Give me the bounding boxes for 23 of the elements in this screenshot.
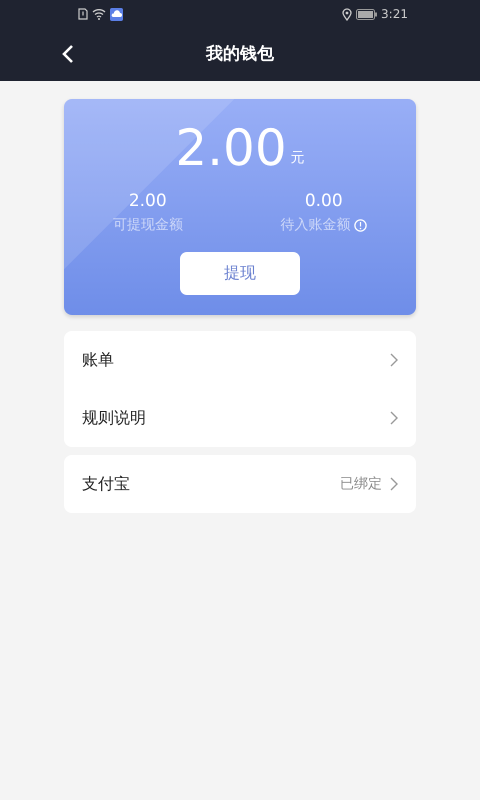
battery-icon	[356, 8, 378, 20]
sim-icon	[78, 8, 88, 20]
info-icon	[354, 218, 368, 232]
wifi-icon	[92, 8, 106, 20]
menu-item[interactable]: 规则说明	[64, 389, 416, 447]
currency-unit: 元	[290, 149, 305, 168]
balance-amount: 2.00	[175, 123, 287, 173]
stat-value: 2.00	[128, 190, 167, 213]
status-text: 已绑定	[340, 474, 382, 494]
page-title: 我的钱包	[206, 42, 274, 66]
chevron-right-icon	[390, 411, 398, 425]
location-icon	[342, 8, 352, 20]
cloud-app-icon	[110, 8, 123, 20]
stat-label: 待入账金额	[280, 216, 350, 234]
stat-value: 0.00	[304, 190, 343, 213]
withdraw-button[interactable]: 提现	[180, 252, 300, 294]
back-icon[interactable]	[62, 44, 74, 64]
chevron-right-icon	[390, 353, 398, 367]
menu-item[interactable]: 支付宝 已绑定	[64, 455, 416, 513]
status-time: 3:21	[381, 6, 408, 23]
chevron-right-icon	[390, 477, 398, 491]
menu-item[interactable]: 账单	[64, 331, 416, 389]
stat-label: 可提现金额	[112, 216, 183, 234]
